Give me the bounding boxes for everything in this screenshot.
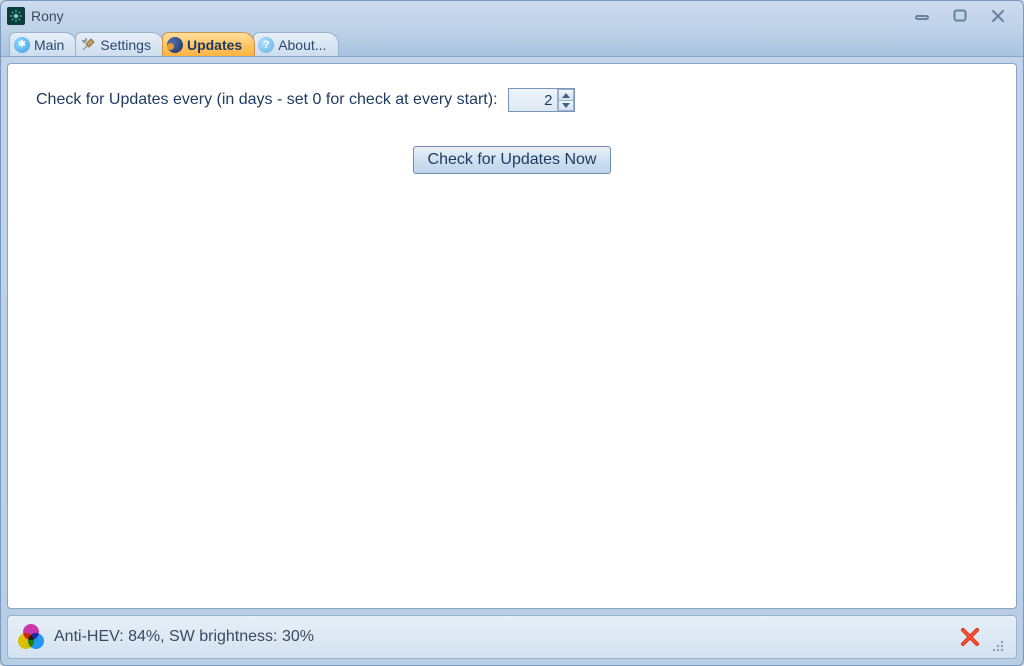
resize-grip[interactable] [992,640,1006,654]
tab-about-label: About... [278,37,326,53]
update-interval-input[interactable] [509,89,557,111]
globe-icon [167,37,183,53]
tabbar: ✱ Main Settings Updates About... [1,31,1023,57]
tab-main-label: Main [34,37,64,53]
statusbar-close-button[interactable] [958,625,982,649]
help-icon [258,37,274,53]
tab-updates[interactable]: Updates [162,32,255,56]
statusbar: Anti-HEV: 84%, SW brightness: 30% [7,615,1017,659]
window-title: Rony [31,8,911,24]
color-circles-icon [18,624,44,650]
status-text: Anti-HEV: 84%, SW brightness: 30% [54,628,948,646]
content-panel: Check for Updates every (in days - set 0… [7,63,1017,609]
tab-updates-label: Updates [187,37,242,53]
tab-settings-label: Settings [100,37,151,53]
close-button[interactable] [987,5,1009,27]
spinner-down-button[interactable] [558,100,574,111]
update-interval-row: Check for Updates every (in days - set 0… [36,88,988,112]
spinner-buttons [557,89,574,111]
update-interval-spinner[interactable] [508,88,575,112]
tab-about[interactable]: About... [253,32,339,56]
tab-settings[interactable]: Settings [75,32,164,56]
spinner-up-button[interactable] [558,89,574,100]
window: Rony ✱ Main Settings Updates [0,0,1024,666]
check-updates-now-button[interactable]: Check for Updates Now [413,146,612,174]
update-interval-label: Check for Updates every (in days - set 0… [36,91,498,109]
titlebar[interactable]: Rony [1,1,1023,31]
window-controls [911,5,1017,27]
tab-main[interactable]: ✱ Main [9,32,77,56]
app-icon [7,7,25,25]
maximize-button[interactable] [949,5,971,27]
star-icon: ✱ [14,37,30,53]
minimize-button[interactable] [911,5,933,27]
tools-icon [80,37,96,53]
